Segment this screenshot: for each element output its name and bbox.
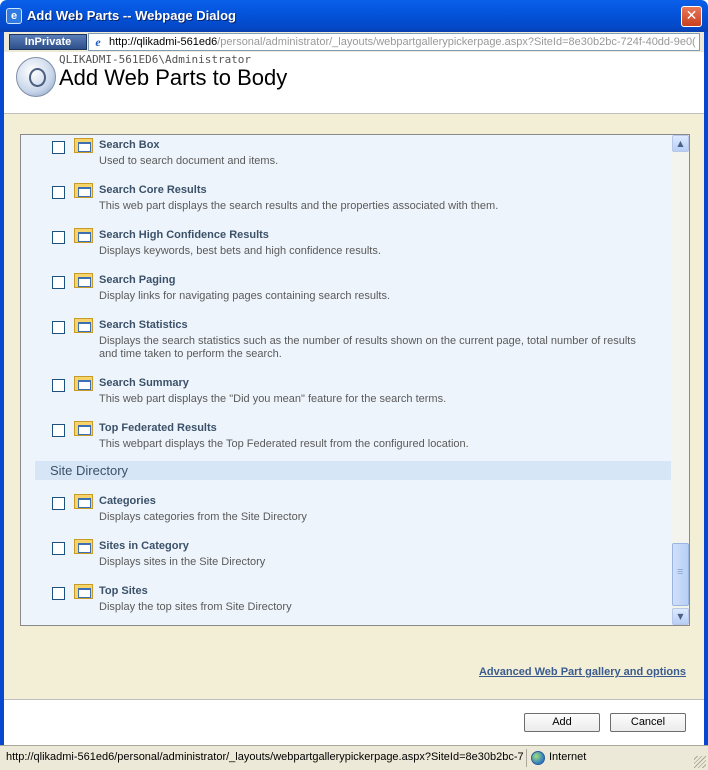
scroll-down-button[interactable]: ▼ xyxy=(672,608,689,625)
url-text: http://qlikadmi-561ed6/personal/administ… xyxy=(109,36,696,48)
web-part-icon xyxy=(74,539,93,554)
window-frame-right xyxy=(704,32,708,745)
url-field: e http://qlikadmi-561ed6/personal/admini… xyxy=(88,33,700,51)
scroll-up-button[interactable]: ▲ xyxy=(672,135,689,152)
vertical-scrollbar[interactable]: ▲ ▼ xyxy=(672,135,689,625)
select-checkbox[interactable] xyxy=(52,186,65,199)
dialog-footer: Add Cancel xyxy=(4,699,704,745)
select-checkbox[interactable] xyxy=(52,497,65,510)
select-checkbox[interactable] xyxy=(52,141,65,154)
main-area: Search Box Used to search document and i… xyxy=(4,114,704,699)
internet-zone-globe-icon xyxy=(531,751,545,765)
select-checkbox[interactable] xyxy=(52,587,65,600)
status-separator xyxy=(526,749,527,767)
web-part-name: Search Box xyxy=(99,139,160,151)
window-title: Add Web Parts -- Webpage Dialog xyxy=(27,8,236,23)
web-part-name: Top Sites xyxy=(99,585,148,597)
web-part-description: Displays categories from the Site Direct… xyxy=(99,511,307,523)
advanced-gallery-link[interactable]: Advanced Web Part gallery and options xyxy=(479,666,686,678)
web-part-description: Displays sites in the Site Directory xyxy=(99,556,266,568)
web-part-icon xyxy=(74,273,93,288)
resize-grip-icon[interactable] xyxy=(694,756,706,768)
web-part-name: Categories xyxy=(99,495,156,507)
select-checkbox[interactable] xyxy=(52,321,65,334)
scroll-thumb[interactable] xyxy=(672,543,689,606)
page-title: Add Web Parts to Body xyxy=(59,65,288,90)
ie-app-icon: e xyxy=(6,8,22,24)
add-button[interactable]: Add xyxy=(524,713,600,732)
web-part-description: Display the top sites from Site Director… xyxy=(99,601,292,613)
web-part-icon xyxy=(74,494,93,509)
section-title: Site Directory xyxy=(50,463,129,478)
web-part-name: Search Core Results xyxy=(99,184,207,196)
web-part-name: Search Statistics xyxy=(99,319,188,331)
web-part-name: Search High Confidence Results xyxy=(99,229,269,241)
ie-page-icon: e xyxy=(95,35,101,49)
web-part-icon xyxy=(74,183,93,198)
web-part-description: This webpart displays the Top Federated … xyxy=(99,438,469,450)
select-checkbox[interactable] xyxy=(52,542,65,555)
select-checkbox[interactable] xyxy=(52,231,65,244)
web-part-name: Search Paging xyxy=(99,274,176,286)
select-checkbox[interactable] xyxy=(52,276,65,289)
web-part-icon xyxy=(74,376,93,391)
status-bar: http://qlikadmi-561ed6/personal/administ… xyxy=(0,745,708,770)
select-checkbox[interactable] xyxy=(52,424,65,437)
web-part-description: Used to search document and items. xyxy=(99,155,279,167)
web-part-description: Display links for navigating pages conta… xyxy=(99,290,391,302)
close-button[interactable]: ✕ xyxy=(681,6,702,27)
web-part-name: Top Federated Results xyxy=(99,422,217,434)
address-bar: InPrivate e http://qlikadmi-561ed6/perso… xyxy=(4,32,704,52)
web-part-description: Displays the search statistics such as t… xyxy=(99,335,636,360)
security-zone-label: Internet xyxy=(549,751,587,763)
status-url: http://qlikadmi-561ed6/personal/administ… xyxy=(6,751,524,763)
web-part-description: Displays keywords, best bets and high co… xyxy=(99,245,381,257)
cancel-button[interactable]: Cancel xyxy=(610,713,686,732)
web-part-name: Search Summary xyxy=(99,377,189,389)
web-part-icon xyxy=(74,584,93,599)
select-checkbox[interactable] xyxy=(52,379,65,392)
web-part-description: This web part displays the search result… xyxy=(99,200,499,212)
url-path: /personal/administrator/_layouts/webpart… xyxy=(217,36,696,48)
page-header: QLIKADMI-561ED6\Administrator Add Web Pa… xyxy=(4,52,704,114)
web-part-list[interactable]: Search Box Used to search document and i… xyxy=(20,134,690,626)
web-part-icon xyxy=(74,138,93,153)
web-part-icon xyxy=(74,228,93,243)
web-part-name: Sites in Category xyxy=(99,540,189,552)
title-bar[interactable]: e Add Web Parts -- Webpage Dialog ✕ xyxy=(0,0,708,32)
inprivate-badge: InPrivate xyxy=(9,34,87,50)
web-part-icon xyxy=(74,421,93,436)
url-host: http://qlikadmi-561ed6 xyxy=(109,36,218,48)
sharepoint-logo-icon xyxy=(16,57,56,97)
web-part-description: This web part displays the "Did you mean… xyxy=(99,393,447,405)
section-header-site-directory: Site Directory xyxy=(35,461,671,480)
web-part-icon xyxy=(74,318,93,333)
